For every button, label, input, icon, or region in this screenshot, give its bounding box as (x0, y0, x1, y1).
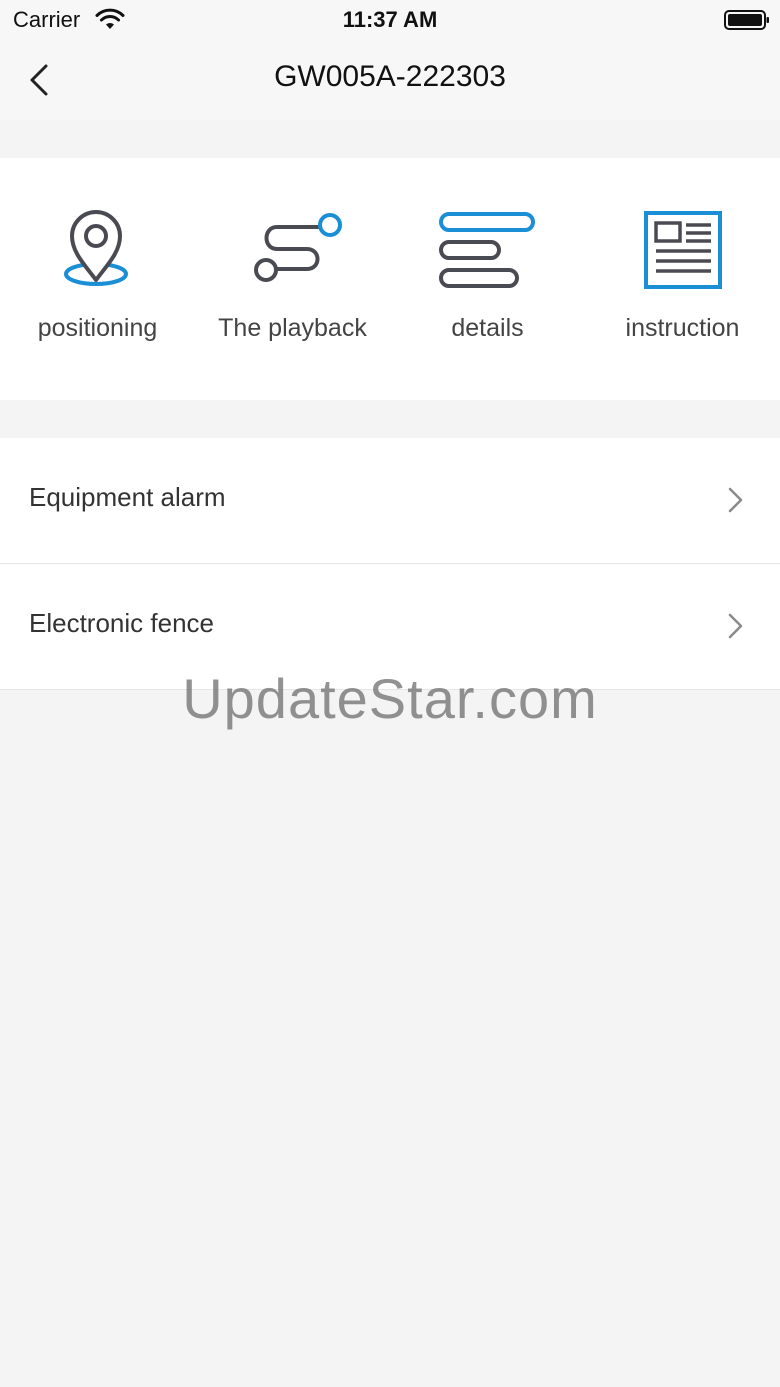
chevron-right-icon (728, 487, 743, 513)
electronic-fence-label: Electronic fence (29, 608, 214, 638)
equipment-alarm-label: Equipment alarm (29, 482, 226, 512)
location-pin-icon (63, 210, 128, 286)
route-icon (253, 213, 342, 282)
settings-list: Equipment alarm Electronic fence (0, 438, 780, 690)
navigation-bar: GW005A-222303 (0, 40, 780, 120)
document-icon (643, 211, 722, 289)
status-bar: Carrier 11:37 AM (0, 0, 780, 40)
positioning-label: positioning (37, 314, 158, 342)
clock: 11:37 AM (342, 7, 438, 32)
details-button[interactable]: details (390, 158, 585, 400)
battery-icon (724, 10, 769, 30)
chevron-right-icon (728, 613, 743, 639)
page-title: GW005A-222303 (274, 60, 506, 93)
positioning-button[interactable]: positioning (0, 158, 195, 400)
quick-actions-panel: positioning The playback details instruc… (0, 158, 780, 400)
list-bars-icon (438, 212, 535, 288)
playback-button[interactable]: The playback (195, 158, 390, 400)
playback-label: The playback (218, 314, 367, 342)
equipment-alarm-row[interactable]: Equipment alarm (0, 438, 780, 564)
instruction-button[interactable]: instruction (585, 158, 780, 400)
details-label: details (451, 314, 524, 342)
watermark: UpdateStar.com (182, 667, 598, 730)
instruction-label: instruction (625, 314, 740, 342)
